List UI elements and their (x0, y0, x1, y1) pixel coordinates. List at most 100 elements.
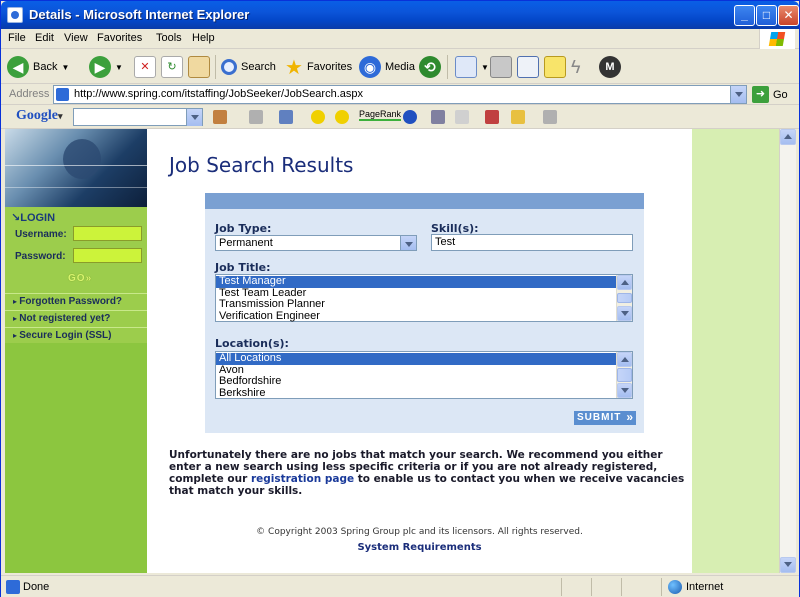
scroll-thumb[interactable] (617, 368, 632, 382)
sidebar-fill (5, 343, 147, 573)
address-input[interactable]: http://www.spring.com/itstaffing/JobSeek… (53, 85, 747, 104)
star-icon: ★ (285, 56, 303, 79)
back-arrow-icon: ◀ (7, 56, 29, 78)
google-logo[interactable]: Google▾ (16, 108, 63, 124)
job-title-option[interactable]: Transmission Planner (216, 299, 616, 311)
maximize-button[interactable]: □ (756, 5, 777, 26)
binoculars-icon[interactable] (213, 110, 227, 124)
page-done-icon (6, 580, 20, 594)
stop-button[interactable]: ✕ (134, 53, 156, 81)
zone-text: Internet (686, 581, 724, 593)
message-text-after: to enable us to contact you when we rece… (169, 473, 685, 497)
favorites-button[interactable]: ★ Favorites (285, 53, 352, 81)
go-button[interactable]: ➜ Go (752, 85, 788, 104)
search-button[interactable]: Search (221, 53, 276, 81)
registration-page-link[interactable]: registration page (251, 473, 354, 485)
skills-input[interactable]: Test (431, 234, 633, 251)
smiley-icon[interactable] (311, 110, 325, 124)
site-search-icon[interactable] (249, 110, 263, 124)
location-option[interactable]: Bedfordshire (216, 376, 616, 388)
highlight-pen-icon[interactable] (543, 110, 557, 124)
location-option[interactable]: All Locations (216, 353, 616, 365)
menu-tools[interactable]: Tools (156, 32, 182, 44)
scroll-down-icon[interactable] (617, 306, 632, 321)
forgotten-password-link[interactable]: Forgotten Password? (5, 293, 147, 310)
google-dropdown-icon[interactable] (186, 109, 202, 126)
menu-file[interactable]: File (8, 32, 26, 44)
close-button[interactable]: ✕ (778, 5, 799, 26)
back-button[interactable]: ◀ Back ▼ (7, 53, 69, 81)
messenger-button[interactable]: ϟ (571, 53, 581, 81)
google-toolbar: Google▾ PageRank (1, 105, 799, 129)
page-info-icon[interactable] (455, 110, 469, 124)
page-scrollbar[interactable] (779, 129, 796, 573)
address-dropdown-icon[interactable] (730, 86, 746, 103)
job-type-label: Job Type: (215, 222, 272, 235)
page-icon (56, 88, 69, 101)
home-icon (188, 56, 210, 78)
scroll-up-icon[interactable] (617, 352, 632, 367)
frown-icon[interactable] (335, 110, 349, 124)
toolbar-separator (447, 55, 448, 79)
password-label: Password: (15, 251, 66, 262)
menu-edit[interactable]: Edit (35, 32, 54, 44)
job-type-dropdown-icon[interactable] (400, 236, 416, 250)
secure-login-link[interactable]: Secure Login (SSL) (5, 327, 147, 344)
login-heading: ↘LOGIN (11, 211, 55, 224)
password-input[interactable] (73, 248, 142, 263)
submit-button[interactable]: SUBMIT (574, 410, 636, 425)
scroll-thumb[interactable] (617, 293, 632, 303)
status-separator (591, 578, 592, 596)
minimize-button[interactable]: _ (734, 5, 755, 26)
menu-view[interactable]: View (64, 32, 88, 44)
status-separator (561, 578, 562, 596)
forward-button[interactable]: ▶ ▼ (89, 53, 123, 81)
mail-button[interactable]: ▼ (455, 53, 489, 81)
location-scrollbar[interactable] (616, 352, 632, 398)
google-search-input[interactable] (73, 108, 203, 126)
info-icon[interactable] (403, 110, 417, 124)
job-type-select[interactable]: Permanent (215, 235, 417, 251)
popup-blocker-icon[interactable] (431, 110, 445, 124)
edit-button[interactable] (517, 53, 539, 81)
menu-bar: File Edit View Favorites Tools Help (1, 29, 799, 49)
addon-button[interactable]: M (599, 53, 621, 81)
job-title-scrollbar[interactable] (616, 275, 632, 321)
job-title-label: Job Title: (215, 261, 271, 274)
location-rows: All Locations Avon Bedfordshire Berkshir… (216, 353, 616, 399)
job-title-option[interactable]: Test Manager (216, 276, 616, 288)
login-go-button[interactable]: GO» (68, 273, 100, 285)
menu-favorites[interactable]: Favorites (97, 32, 142, 44)
image-icon[interactable] (485, 110, 499, 124)
forward-arrow-icon: ▶ (89, 56, 111, 78)
job-title-listbox[interactable]: Test Manager Test Team Leader Transmissi… (215, 274, 633, 322)
search-icon (221, 59, 237, 75)
discuss-button[interactable] (544, 53, 566, 81)
google-logo-text: Google (16, 108, 58, 123)
page-viewport: ↘LOGIN Username: Password: GO» Forgotten… (5, 129, 779, 573)
location-listbox[interactable]: All Locations Avon Bedfordshire Berkshir… (215, 351, 633, 399)
history-button[interactable]: ⟲ (419, 53, 441, 81)
username-input[interactable] (73, 226, 142, 241)
folder-icon[interactable] (511, 110, 525, 124)
login-go-label: GO (68, 273, 86, 284)
location-option[interactable]: Berkshire (216, 387, 616, 400)
print-button[interactable] (490, 53, 512, 81)
scroll-down-icon[interactable] (617, 383, 632, 398)
not-registered-link[interactable]: Not registered yet? (5, 310, 147, 327)
media-button[interactable]: ◉ Media (359, 53, 415, 81)
page-scroll-up-icon[interactable] (780, 129, 796, 145)
refresh-button[interactable]: ↻ (161, 53, 183, 81)
job-title-option[interactable]: Verification Engineer (216, 310, 616, 323)
search-form: Job Type: Permanent Skill(s): Test Job T… (205, 193, 644, 433)
pagerank-label[interactable]: PageRank (359, 109, 402, 121)
addon-m-icon: M (599, 56, 621, 78)
scroll-up-icon[interactable] (617, 275, 632, 290)
menu-help[interactable]: Help (192, 32, 215, 44)
page-scroll-down-icon[interactable] (780, 557, 796, 573)
system-requirements-link[interactable]: System Requirements (147, 542, 692, 553)
home-button[interactable] (188, 53, 210, 81)
copyright-notice: © Copyright 2003 Spring Group plc and it… (256, 527, 583, 537)
back-dropdown-icon: ▼ (61, 62, 70, 72)
news-icon[interactable] (279, 110, 293, 124)
